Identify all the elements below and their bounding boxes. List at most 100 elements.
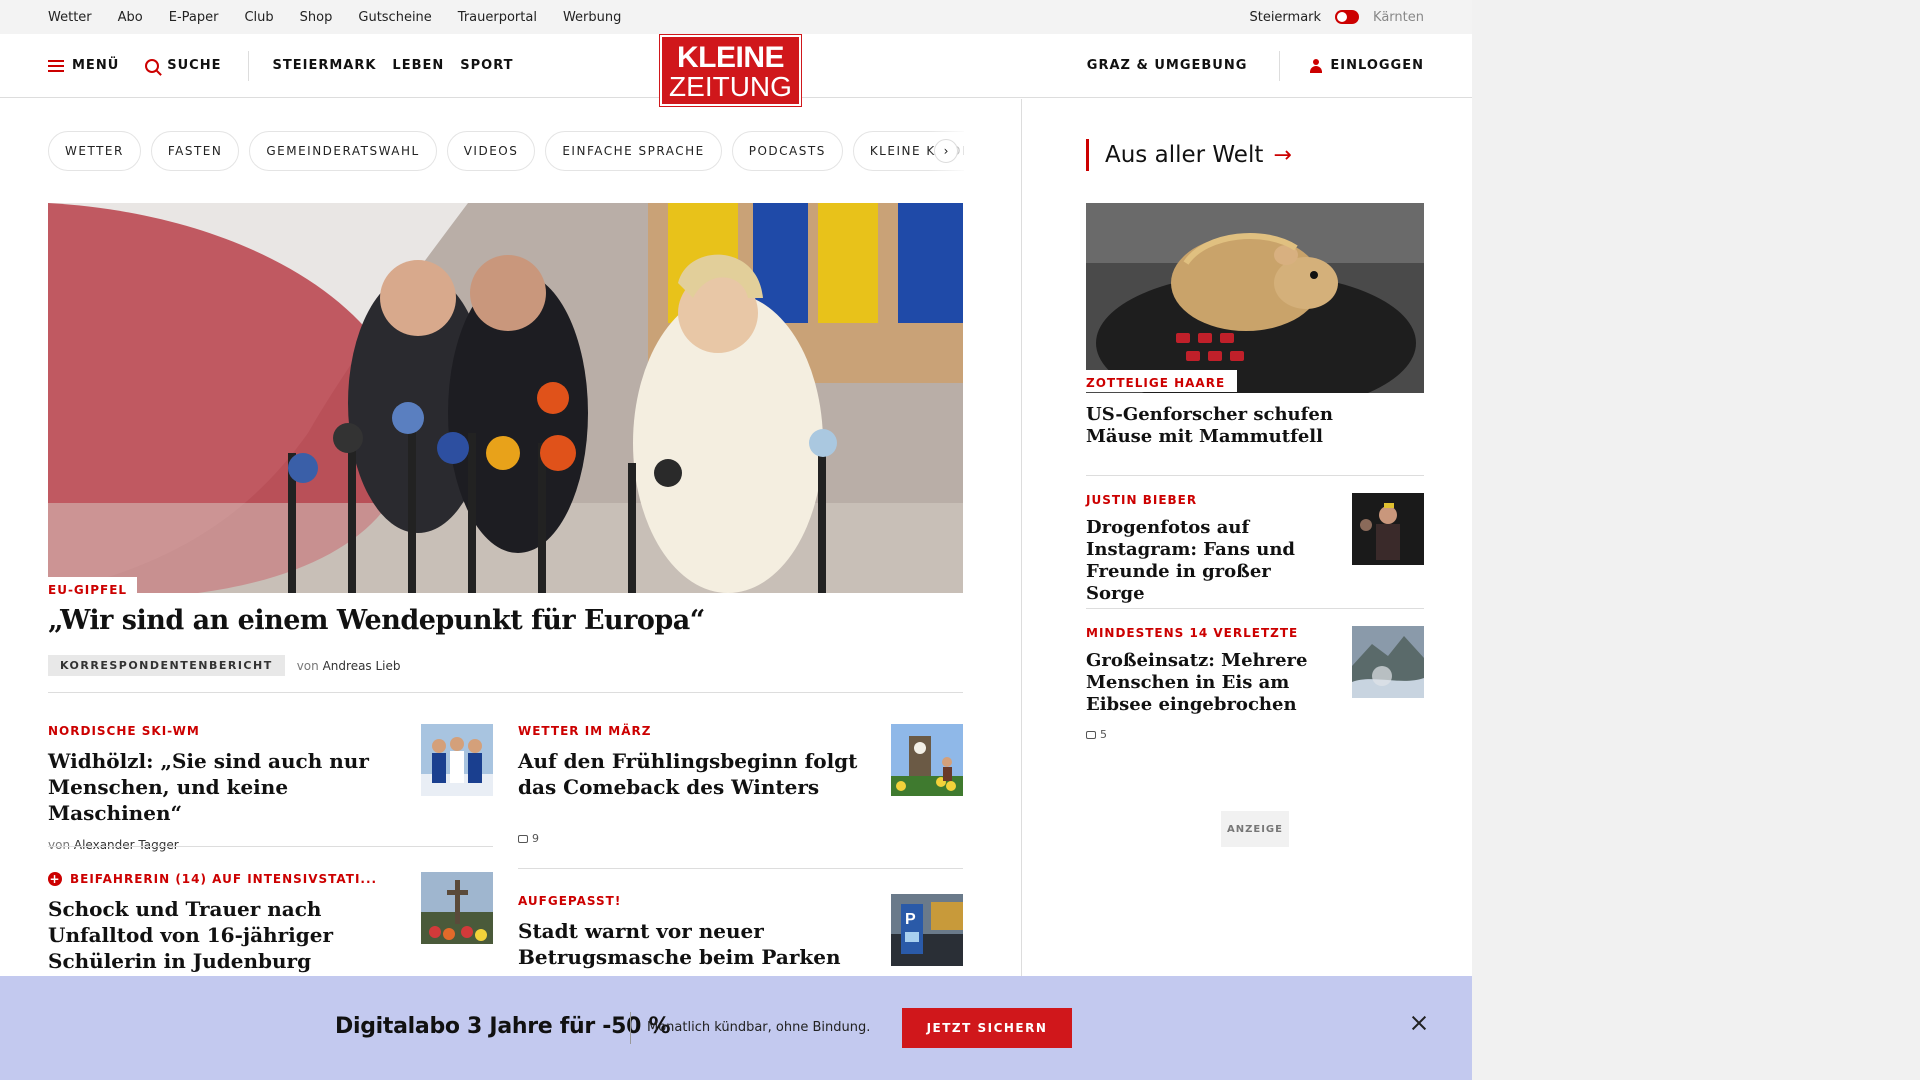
search-button[interactable]: SUCHE	[145, 58, 221, 73]
hero-photo	[48, 203, 963, 593]
article-byline: von Alexander Tagger	[48, 838, 493, 852]
article-divider	[48, 846, 493, 847]
region-toggle[interactable]	[1335, 10, 1360, 24]
util-link-trauerportal[interactable]: Trauerportal	[458, 10, 537, 25]
site-header: MENÜ SUCHE STEIERMARK LEBEN SPORT KLEINE…	[0, 34, 1472, 107]
hero-divider	[48, 692, 963, 693]
header-divider	[247, 50, 249, 81]
search-icon	[145, 58, 160, 73]
chip-videos[interactable]: VIDEOS	[446, 131, 536, 171]
hamburger-icon	[48, 59, 64, 72]
chip-einfache-sprache[interactable]: EINFACHE SPRACHE	[545, 131, 722, 171]
util-link-club[interactable]: Club	[244, 10, 273, 25]
sidebar-item-title[interactable]: Drogenfotos auf Instagram: Fans und Freu…	[1086, 517, 1306, 605]
region-steiermark[interactable]: Steiermark	[1249, 10, 1321, 25]
article-comments[interactable]: 9	[518, 832, 963, 845]
article-divider	[518, 868, 963, 869]
eibsee-photo	[1352, 626, 1424, 698]
close-icon[interactable]	[1410, 1014, 1428, 1032]
util-link-shop[interactable]: Shop	[300, 10, 333, 25]
ski-jumpers-photo	[421, 724, 493, 796]
header-right: GRAZ & UMGEBUNG EINLOGGEN	[1087, 50, 1424, 81]
nav-steiermark[interactable]: STEIERMARK	[273, 58, 377, 73]
chip-fasten[interactable]: FASTEN	[150, 131, 240, 171]
article-thumbnail[interactable]	[421, 724, 493, 796]
article-thumbnail[interactable]	[891, 724, 963, 796]
hero-kicker[interactable]: EU-GIPFEL	[48, 577, 138, 599]
util-link-gutscheine[interactable]: Gutscheine	[358, 10, 431, 25]
user-icon	[1310, 58, 1323, 73]
article-title[interactable]: Auf den Frühlingsbeginn folgt das Comeba…	[518, 748, 868, 800]
sidebar-item[interactable]: JUSTIN BIEBER Drogenfotos auf Instagram:…	[1086, 493, 1424, 605]
hero-headline[interactable]: „Wir sind an einem Wendepunkt für Europa…	[48, 605, 705, 636]
article-thumbnail[interactable]: P	[891, 894, 963, 966]
comment-icon	[518, 835, 528, 843]
article-card[interactable]: WETTER IM MÄRZ Auf den Frühlingsbeginn f…	[518, 724, 963, 845]
util-link-epaper[interactable]: E-Paper	[169, 10, 219, 25]
memorial-cross-photo	[421, 872, 493, 944]
topic-chips: WETTER FASTEN GEMEINDERATSWAHL VIDEOS EI…	[48, 131, 964, 171]
util-link-abo[interactable]: Abo	[118, 10, 143, 25]
menu-button[interactable]: MENÜ	[48, 58, 119, 73]
article-card[interactable]: NORDISCHE SKI-WM Widhölzl: „Sie sind auc…	[48, 724, 493, 852]
sidebar-divider	[1086, 608, 1424, 609]
sidebar-heading-text: Aus aller Welt	[1105, 142, 1264, 168]
chip-podcasts[interactable]: PODCASTS	[731, 131, 843, 171]
logo-line2: ZEITUNG	[669, 71, 792, 102]
nav-leben[interactable]: LEBEN	[392, 58, 444, 73]
promo-title: Digitalabo 3 Jahre für -50 %	[335, 1014, 671, 1039]
promo-subtitle: Monatlich kündbar, ohne Bindung.	[647, 1020, 871, 1035]
region-switch: Steiermark Kärnten	[1249, 10, 1424, 25]
main-nav: STEIERMARK LEBEN SPORT	[273, 58, 514, 73]
report-badge: KORRESPONDENTENBERICHT	[48, 655, 285, 676]
article-kicker-text: BEIFAHRERIN (14) AUF INTENSIVSTATI...	[70, 872, 378, 886]
promo-cta-button[interactable]: JETZT SICHERN	[902, 1008, 1072, 1048]
sidebar-item-thumbnail[interactable]	[1352, 626, 1424, 698]
sidebar-item-title[interactable]: Großeinsatz: Mehrere Menschen in Eis am …	[1086, 650, 1316, 716]
sidebar-lead-title[interactable]: US-Genforscher schufen Mäuse mit Mammutf…	[1086, 404, 1346, 448]
login-button[interactable]: EINLOGGEN	[1330, 58, 1424, 73]
sidebar-item[interactable]: MINDESTENS 14 VERLETZTE Großeinsatz: Meh…	[1086, 626, 1424, 741]
by-label: von	[48, 838, 71, 852]
site-logo[interactable]: KLEINE ZEITUNG	[659, 34, 802, 107]
hero-author[interactable]: Andreas Lieb	[323, 659, 401, 673]
sidebar-item-thumbnail[interactable]	[1352, 493, 1424, 565]
chip-wetter[interactable]: WETTER	[48, 131, 141, 171]
bieber-photo	[1352, 493, 1424, 565]
sidebar-lead-kicker[interactable]: ZOTTELIGE HAARE	[1086, 370, 1238, 392]
chip-gemeinderatswahl[interactable]: GEMEINDERATSWAHL	[249, 131, 437, 171]
subscription-banner: Digitalabo 3 Jahre für -50 % Monatlich k…	[0, 976, 1472, 1080]
sidebar-divider	[1086, 475, 1424, 476]
sidebar-lead-image[interactable]	[1086, 203, 1424, 393]
article-author[interactable]: Alexander Tagger	[74, 838, 179, 852]
article-thumbnail[interactable]	[421, 872, 493, 944]
comment-count: 5	[1100, 728, 1107, 741]
utility-links: Wetter Abo E-Paper Club Shop Gutscheine …	[48, 10, 621, 25]
article-title[interactable]: Widhölzl: „Sie sind auch nur Menschen, u…	[48, 748, 398, 826]
promo-divider	[630, 1012, 631, 1044]
search-label: SUCHE	[167, 58, 222, 73]
util-link-wetter[interactable]: Wetter	[48, 10, 92, 25]
region-kaernten[interactable]: Kärnten	[1373, 10, 1424, 25]
by-label: von	[296, 658, 319, 673]
header-left: MENÜ SUCHE STEIERMARK LEBEN SPORT	[48, 50, 514, 81]
util-link-werbung[interactable]: Werbung	[563, 10, 621, 25]
sidebar-lead-item[interactable]: US-Genforscher schufen Mäuse mit Mammutf…	[1086, 404, 1424, 448]
sidebar-item-comments[interactable]: 5	[1086, 728, 1424, 741]
article-title[interactable]: Schock und Trauer nach Unfalltod von 16-…	[48, 896, 398, 974]
nav-sport[interactable]: SPORT	[460, 58, 513, 73]
arrow-right-icon: →	[1273, 142, 1292, 168]
page: Wetter Abo E-Paper Club Shop Gutscheine …	[0, 0, 1472, 1080]
sidebar-heading[interactable]: Aus aller Welt →	[1086, 139, 1292, 171]
article-title[interactable]: Stadt warnt vor neuer Betrugsmasche beim…	[518, 918, 868, 970]
chips-next-button[interactable]: ›	[934, 139, 958, 163]
menu-label: MENÜ	[72, 58, 120, 73]
region-link-graz[interactable]: GRAZ & UMGEBUNG	[1087, 58, 1248, 73]
clock-tower-photo	[891, 724, 963, 796]
hero-image[interactable]	[48, 203, 963, 593]
plus-icon: +	[48, 872, 62, 886]
parking-meter-photo: P	[891, 894, 963, 966]
utility-bar: Wetter Abo E-Paper Club Shop Gutscheine …	[0, 0, 1472, 34]
article-card[interactable]: + BEIFAHRERIN (14) AUF INTENSIVSTATI... S…	[48, 872, 493, 974]
article-card[interactable]: AUFGEPASST! Stadt warnt vor neuer Betrug…	[518, 894, 963, 970]
